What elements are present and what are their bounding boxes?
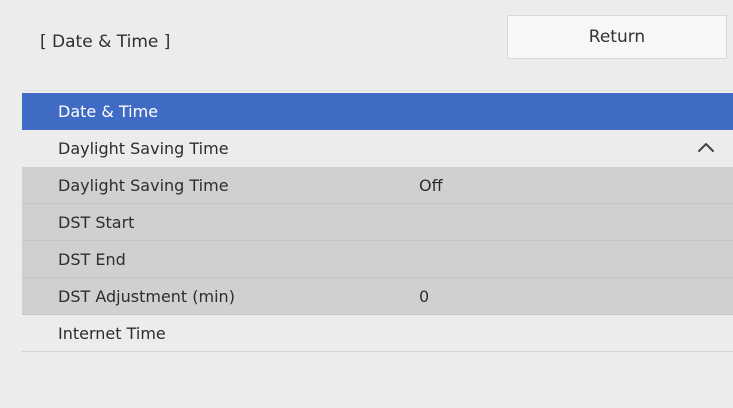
menu-item-label: Date & Time xyxy=(58,102,159,121)
menu-item-value: 0 xyxy=(419,286,430,306)
menu-item-label: DST End xyxy=(58,249,126,269)
header-divider xyxy=(22,90,733,91)
menu-item-dst-end[interactable]: DST End xyxy=(22,241,733,278)
chevron-up-icon[interactable] xyxy=(697,140,715,154)
menu-item-label: DST Start xyxy=(58,212,135,232)
menu-item-dst-adjustment[interactable]: DST Adjustment (min) 0 xyxy=(22,278,733,315)
menu-item-date-time[interactable]: Date & Time xyxy=(22,93,733,130)
page-title: [ Date & Time ] xyxy=(40,32,171,52)
menu-item-value: Off xyxy=(419,175,443,195)
return-button[interactable]: Return xyxy=(507,15,727,59)
menu-item-label: Daylight Saving Time xyxy=(58,139,229,158)
menu-item-label: Internet Time xyxy=(58,323,166,343)
menu-item-daylight-saving-time[interactable]: Daylight Saving Time Off xyxy=(22,167,733,204)
menu-item-dst-start[interactable]: DST Start xyxy=(22,204,733,241)
menu-group-daylight-saving-time[interactable]: Daylight Saving Time xyxy=(22,130,733,167)
panel-header: [ Date & Time ] Return xyxy=(22,0,733,90)
settings-panel: [ Date & Time ] Return Date & Time Dayli… xyxy=(22,0,733,408)
menu-item-internet-time[interactable]: Internet Time xyxy=(22,315,733,352)
menu-item-label: DST Adjustment (min) xyxy=(58,286,235,306)
settings-menu: Date & Time Daylight Saving Time Dayligh… xyxy=(22,93,733,352)
menu-item-label: Daylight Saving Time xyxy=(58,175,229,195)
